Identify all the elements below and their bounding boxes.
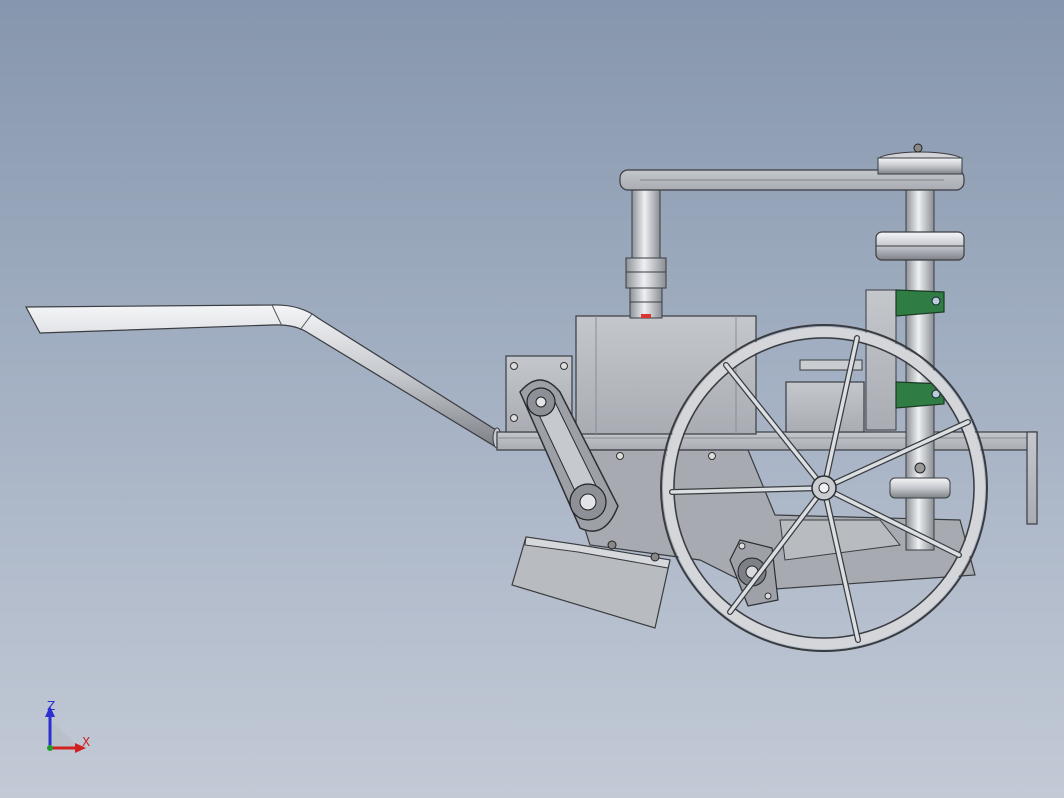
upper-green-clamp[interactable] xyxy=(895,289,945,317)
handle-tube[interactable] xyxy=(24,304,502,449)
red-marker xyxy=(641,314,651,318)
lower-pulley[interactable] xyxy=(889,462,951,499)
triad-axes-icon xyxy=(45,706,86,753)
left-vertical-shaft[interactable] xyxy=(625,183,667,319)
coordinate-triad: Z X xyxy=(30,690,110,770)
z-axis-label: Z xyxy=(47,699,56,713)
middle-pulley[interactable] xyxy=(875,231,965,261)
top-pulley[interactable] xyxy=(877,143,963,175)
cad-viewport[interactable]: Z X xyxy=(0,0,1064,798)
bearing-block[interactable] xyxy=(729,539,779,607)
x-axis-label: X xyxy=(82,735,91,749)
machine-model[interactable] xyxy=(0,0,1064,798)
